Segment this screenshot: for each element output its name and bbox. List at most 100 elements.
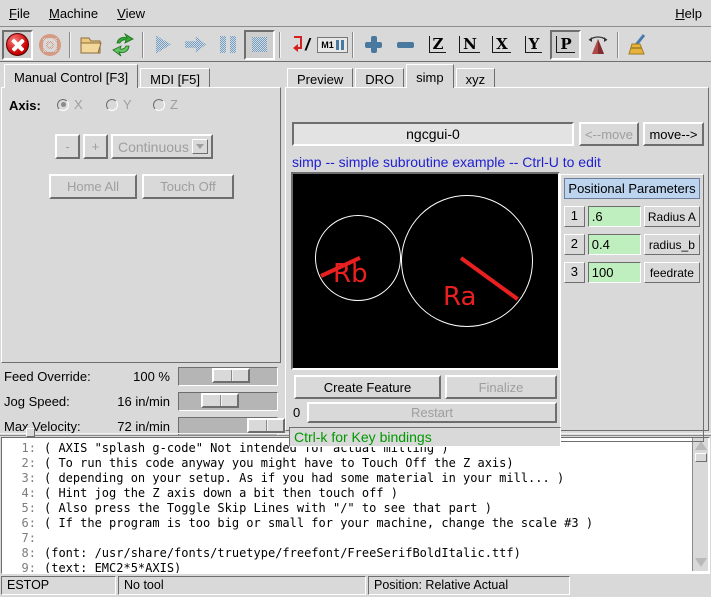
gcode-line: 6:( If the program is too big or small f… [2, 516, 691, 531]
status-tool: No tool [118, 576, 366, 595]
jog-speed-row: Jog Speed: 16 in/min [0, 391, 283, 413]
create-feature-button[interactable]: Create Feature [294, 375, 441, 399]
step-button[interactable] [180, 30, 211, 60]
estop-button[interactable] [2, 30, 33, 60]
jog-minus-button[interactable]: - [55, 134, 80, 159]
menu-view[interactable]: View [117, 6, 145, 21]
rotate-view-button[interactable] [582, 30, 613, 60]
param-name: Radius A [644, 206, 700, 227]
param-row: 3 feedrate [564, 262, 700, 283]
jog-speed-slider[interactable] [178, 392, 278, 411]
menu-file[interactable]: File [9, 6, 30, 21]
axis-radio-y[interactable]: Y [106, 97, 132, 112]
clear-plot-button[interactable] [623, 30, 654, 60]
stop-icon [252, 37, 267, 52]
jog-mode-combobox[interactable]: Continuous [111, 134, 213, 159]
jog-plus-button[interactable]: + [83, 134, 108, 159]
slider-thumb[interactable] [201, 393, 239, 408]
gcode-text-area[interactable]: 1:( AXIS "splash g-code" Not intended fo… [1, 437, 710, 574]
view-perspective-button[interactable]: P [550, 30, 581, 60]
tab-preview[interactable]: Preview [287, 68, 353, 88]
param-row: 1 Radius A [564, 206, 700, 227]
menu-help[interactable]: Help [675, 6, 702, 21]
tab-simp[interactable]: simp [406, 64, 453, 88]
zoom-in-icon [365, 36, 382, 53]
jog-speed-value: 16 in/min [0, 394, 170, 409]
axis-radio-z[interactable]: Z [153, 97, 178, 112]
gcode-line: 7: [2, 531, 691, 546]
estop-icon [6, 33, 29, 56]
stop-button[interactable] [244, 30, 275, 60]
param-number: 3 [564, 262, 585, 283]
toolbar: / M1 Z N X Y P [0, 28, 711, 62]
zoom-out-icon [397, 42, 414, 48]
slider-thumb[interactable] [247, 418, 285, 433]
gcode-line: 9:(text: EMC2*5*AXIS) [2, 561, 691, 574]
tab-manual-control[interactable]: Manual Control [F3] [4, 64, 138, 88]
view-y-button[interactable]: Y [518, 30, 549, 60]
param-name: feedrate [644, 262, 700, 283]
optional-stop-icon: M1 [317, 37, 348, 53]
toggle-skip-lines-button[interactable]: / [285, 30, 316, 60]
gcode-scrollbar[interactable] [692, 438, 708, 571]
restart-button[interactable]: Restart [307, 402, 557, 423]
scroll-down-icon[interactable] [695, 558, 707, 567]
machine-power-button[interactable] [34, 30, 65, 60]
reload-icon [111, 33, 135, 57]
toolbar-separator [142, 32, 144, 58]
tab-xyz[interactable]: xyz [456, 68, 496, 88]
zoom-in-button[interactable] [358, 30, 389, 60]
param-value-input[interactable] [588, 234, 641, 255]
subroutine-preview-canvas: Rb Ra [293, 174, 558, 368]
param-row: 2 radius_b [564, 234, 700, 255]
preview-canvas-frame: Rb Ra [291, 172, 560, 370]
ngcgui-name-entry[interactable] [292, 122, 574, 146]
radius-label-ra: Ra [443, 282, 476, 312]
keybindings-hint: Ctrl-k for Key bindings [289, 427, 561, 447]
move-right-button[interactable]: move--> [643, 122, 704, 146]
toolbar-separator [69, 32, 71, 58]
scroll-up-icon[interactable] [695, 441, 707, 450]
machine-power-icon [39, 34, 61, 56]
run-button[interactable] [148, 30, 179, 60]
toolbar-separator [352, 32, 354, 58]
optional-stop-button[interactable]: M1 [317, 30, 348, 60]
toolbar-separator [617, 32, 619, 58]
feed-override-value: 100 % [0, 369, 170, 384]
param-value-input[interactable] [588, 206, 641, 227]
move-left-button[interactable]: <--move [579, 122, 639, 146]
right-tabs: Preview DRO simp xyz [287, 64, 497, 88]
tab-dro[interactable]: DRO [355, 68, 404, 88]
status-machine-state: ESTOP [1, 576, 116, 595]
touch-off-button[interactable]: Touch Off [142, 174, 234, 199]
tab-mdi[interactable]: MDI [F5] [140, 68, 210, 88]
open-file-button[interactable] [75, 30, 106, 60]
view-x-button[interactable]: X [486, 30, 517, 60]
reload-button[interactable] [107, 30, 138, 60]
run-icon [156, 36, 171, 54]
view-y-icon: Y [525, 36, 543, 53]
gcode-line: 4:( Hint jog the Z axis down a bit then … [2, 486, 691, 501]
rotate-cone-icon [586, 33, 610, 57]
feed-override-slider[interactable] [178, 367, 278, 386]
pane-divider-grip[interactable] [26, 428, 35, 437]
radio-dot [106, 99, 118, 111]
param-number: 1 [564, 206, 585, 227]
zoom-out-button[interactable] [390, 30, 421, 60]
view-z2-button[interactable]: N [454, 30, 485, 60]
status-position-mode: Position: Relative Actual [368, 576, 570, 595]
open-folder-icon [79, 34, 103, 56]
home-all-button[interactable]: Home All [49, 174, 137, 199]
menu-machine[interactable]: Machine [49, 6, 98, 21]
axis-radio-x[interactable]: X [57, 97, 83, 112]
view-x-icon: X [492, 36, 511, 53]
left-tabs: Manual Control [F3] MDI [F5] [4, 64, 212, 88]
scrollbar-thumb[interactable] [695, 453, 707, 462]
slider-thumb[interactable] [212, 368, 250, 383]
finalize-button[interactable]: Finalize [445, 375, 557, 399]
param-value-input[interactable] [588, 262, 641, 283]
pause-icon [220, 36, 236, 53]
positional-parameters-header: Positional Parameters [564, 178, 700, 199]
view-z-button[interactable]: Z [422, 30, 453, 60]
pause-button[interactable] [212, 30, 243, 60]
